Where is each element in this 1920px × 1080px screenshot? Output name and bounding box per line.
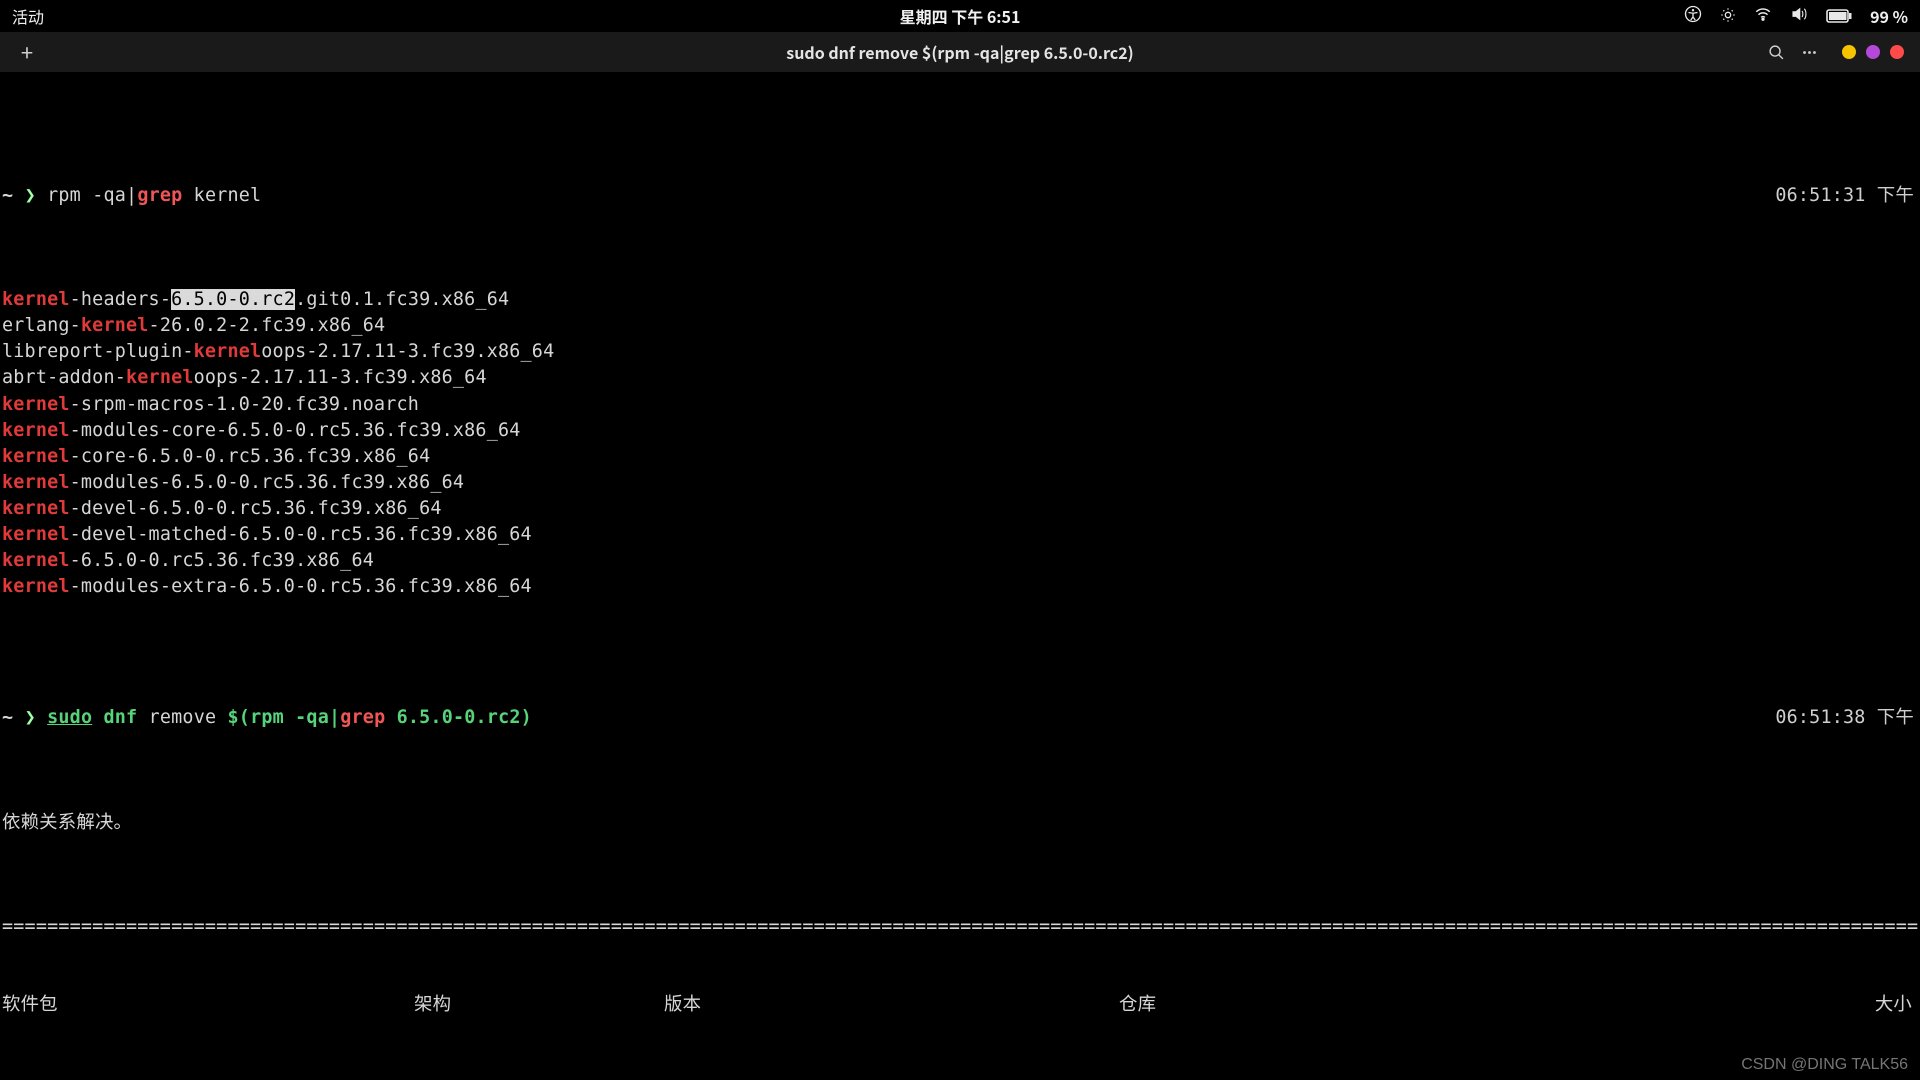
output-line: kernel-6.5.0-0.rc5.36.fc39.x86_64	[2, 548, 1918, 574]
window-maximize-button[interactable]	[1866, 45, 1880, 59]
output-line: kernel-srpm-macros-1.0-20.fc39.noarch	[2, 392, 1918, 418]
window-minimize-button[interactable]	[1842, 45, 1856, 59]
clock-label: 星期四 下午 6:51	[900, 4, 1021, 28]
output-line: abrt-addon-kerneloops-2.17.11-3.fc39.x86…	[2, 365, 1918, 391]
output-line: erlang-kernel-26.0.2-2.fc39.x86_64	[2, 313, 1918, 339]
col-package: 软件包	[2, 992, 414, 1018]
timestamp: 06:51:38 下午	[1775, 705, 1918, 731]
output-line: kernel-devel-6.5.0-0.rc5.36.fc39.x86_64	[2, 496, 1918, 522]
watermark: CSDN @DING TALK56	[1741, 1056, 1908, 1074]
col-version: 版本	[664, 992, 1119, 1018]
solver-status: 依赖关系解决。	[2, 810, 1918, 836]
separator: ========================================…	[2, 914, 1918, 940]
output-line: kernel-core-6.5.0-0.rc5.36.fc39.x86_64	[2, 444, 1918, 470]
activities-button[interactable]: 活动	[12, 4, 44, 28]
output-line: kernel-modules-core-6.5.0-0.rc5.36.fc39.…	[2, 418, 1918, 444]
system-top-bar: 活动 星期四 下午 6:51 99 %	[0, 0, 1920, 32]
window-title: sudo dnf remove $(rpm -qa|grep 6.5.0-0.r…	[786, 40, 1133, 64]
prompt-line: ~ ❯ sudo dnf remove $(rpm -qa|grep 6.5.0…	[2, 705, 1918, 731]
output-line: kernel-devel-matched-6.5.0-0.rc5.36.fc39…	[2, 522, 1918, 548]
separator: ========================================…	[2, 1071, 1918, 1080]
volume-icon	[1790, 4, 1808, 28]
table-header: 软件包 架构 版本 仓库 大小	[2, 992, 1918, 1018]
col-size: 大小	[1389, 992, 1918, 1018]
col-arch: 架构	[414, 992, 664, 1018]
menu-icon[interactable]	[1801, 44, 1818, 61]
prompt-line: ~ ❯ rpm -qa|grep kernel 06:51:31 下午	[2, 183, 1918, 209]
output-line: kernel-modules-6.5.0-0.rc5.36.fc39.x86_6…	[2, 470, 1918, 496]
wifi-icon	[1754, 4, 1772, 28]
output-line: libreport-plugin-kerneloops-2.17.11-3.fc…	[2, 339, 1918, 365]
battery-icon	[1826, 4, 1852, 28]
brightness-icon	[1720, 4, 1736, 28]
output-line: kernel-modules-extra-6.5.0-0.rc5.36.fc39…	[2, 574, 1918, 600]
new-tab-button[interactable]: +	[16, 41, 38, 63]
output-line: kernel-headers-6.5.0-0.rc2.git0.1.fc39.x…	[2, 287, 1918, 313]
system-tray[interactable]: 99 %	[1684, 4, 1908, 28]
window-close-button[interactable]	[1890, 45, 1904, 59]
col-repo: 仓库	[1119, 992, 1389, 1018]
terminal-output[interactable]: ~ ❯ rpm -qa|grep kernel 06:51:31 下午 kern…	[0, 72, 1920, 1080]
timestamp: 06:51:31 下午	[1775, 183, 1918, 209]
terminal-titlebar: + sudo dnf remove $(rpm -qa|grep 6.5.0-0…	[0, 32, 1920, 72]
accessibility-icon	[1684, 4, 1702, 28]
search-icon[interactable]	[1768, 44, 1785, 61]
battery-percent: 99 %	[1870, 4, 1908, 28]
window-controls	[1842, 45, 1904, 59]
